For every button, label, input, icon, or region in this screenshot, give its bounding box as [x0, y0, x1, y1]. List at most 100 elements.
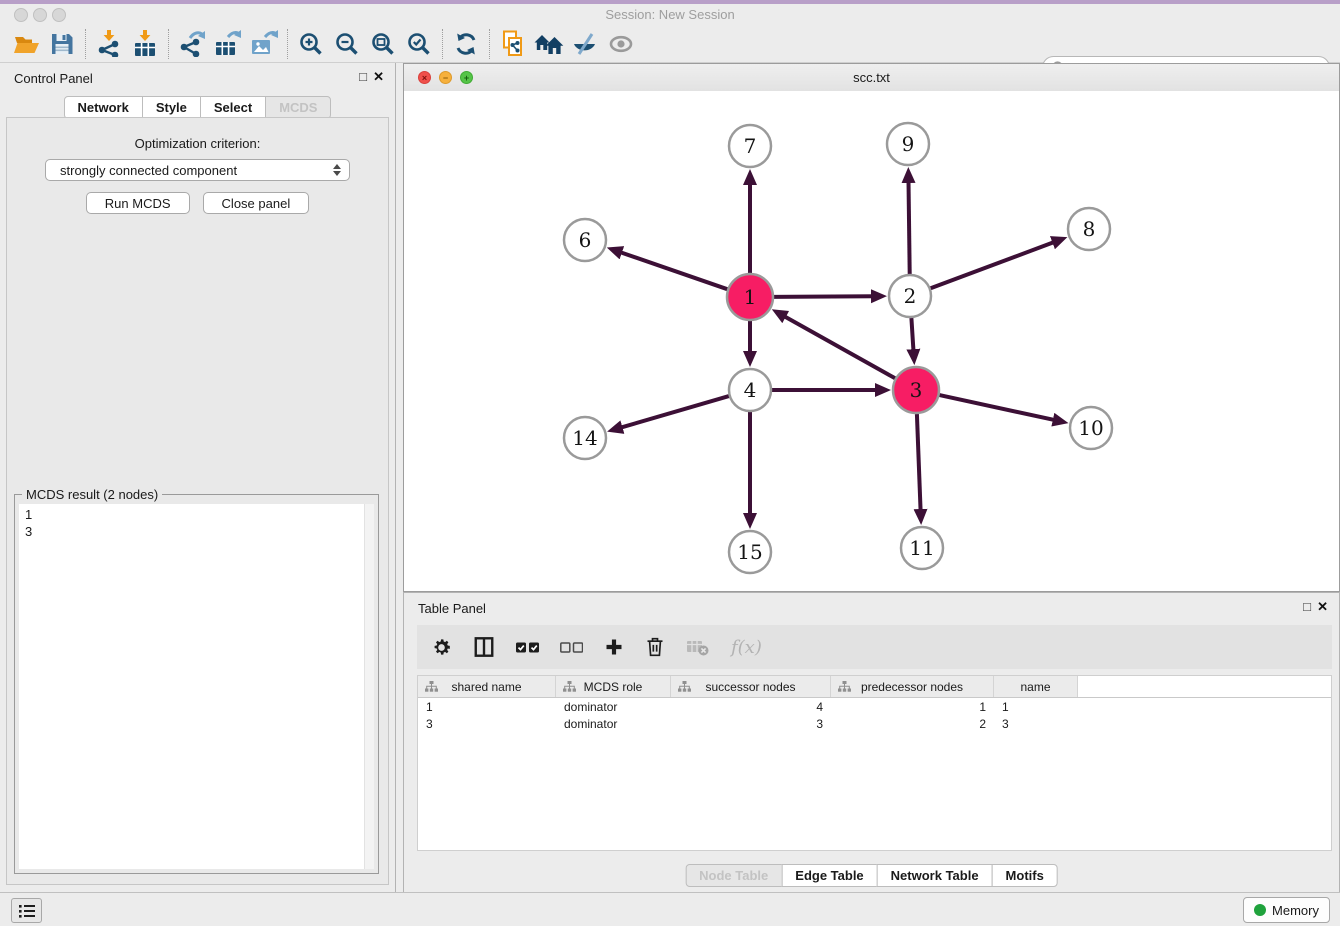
- table-row[interactable]: 1 dominator 4 1 1: [418, 698, 1331, 715]
- open-folder-icon: [13, 32, 40, 56]
- tab-mcds[interactable]: MCDS: [265, 96, 331, 119]
- close-table-panel-icon[interactable]: ✕: [1317, 600, 1328, 614]
- graph-node-label-9: 9: [902, 132, 915, 156]
- window-zoom-button[interactable]: [52, 8, 66, 22]
- attribute-tree-icon: [563, 681, 576, 692]
- graph-edge-2-3[interactable]: [911, 318, 913, 351]
- show-panels-button[interactable]: [11, 898, 42, 923]
- tab-style[interactable]: Style: [142, 96, 201, 119]
- result-scrollbar[interactable]: [364, 504, 374, 869]
- select-all-checks-button[interactable]: [516, 634, 539, 660]
- tab-select[interactable]: Select: [200, 96, 266, 119]
- toolbar-separator: [442, 29, 443, 59]
- graph-edge-3-10[interactable]: [940, 395, 1055, 420]
- export-image-button[interactable]: [246, 28, 282, 60]
- zoom-selected-button[interactable]: [401, 28, 437, 60]
- graph-edge-3-11[interactable]: [917, 414, 921, 511]
- column-header-predecessor-nodes[interactable]: predecessor nodes: [831, 676, 994, 697]
- criterion-select[interactable]: strongly connected component: [45, 159, 350, 181]
- graph-node-label-7: 7: [744, 134, 757, 158]
- plus-icon: [604, 637, 624, 657]
- tab-network-table[interactable]: Network Table: [877, 864, 993, 887]
- import-network-button[interactable]: [91, 28, 127, 60]
- hide-graphics-button[interactable]: [567, 28, 603, 60]
- save-session-button[interactable]: [44, 28, 80, 60]
- network-maximize-button[interactable]: +: [460, 71, 473, 84]
- float-table-panel-icon[interactable]: □: [1303, 600, 1311, 614]
- cell-mcds-role[interactable]: dominator: [556, 700, 671, 714]
- column-header-shared-name[interactable]: shared name: [418, 676, 556, 697]
- graph-edge-3-1[interactable]: [784, 316, 895, 378]
- tab-edge-table[interactable]: Edge Table: [781, 864, 877, 887]
- import-network-icon: [96, 30, 122, 57]
- cell-shared-name[interactable]: 1: [418, 700, 556, 714]
- graph-edge-2-8[interactable]: [931, 242, 1055, 288]
- mcds-buttons-row: Run MCDS Close panel: [7, 192, 388, 214]
- window-close-button[interactable]: [14, 8, 28, 22]
- cell-mcds-role[interactable]: dominator: [556, 717, 671, 731]
- cell-successor-nodes[interactable]: 4: [671, 700, 831, 714]
- delete-table-button[interactable]: [686, 634, 710, 660]
- mcds-panel-body: Optimization criterion: strongly connect…: [6, 117, 389, 885]
- eye-slash-icon: [572, 32, 598, 56]
- refresh-layout-button[interactable]: [448, 28, 484, 60]
- tab-network[interactable]: Network: [64, 96, 143, 119]
- zoom-fit-icon: [371, 32, 395, 56]
- zoom-out-button[interactable]: [329, 28, 365, 60]
- split-view-button[interactable]: [473, 634, 495, 660]
- cell-shared-name[interactable]: 3: [418, 717, 556, 731]
- column-header-mcds-role[interactable]: MCDS role: [556, 676, 671, 697]
- export-image-icon: [250, 30, 278, 57]
- cell-predecessor-nodes[interactable]: 1: [831, 700, 994, 714]
- cell-predecessor-nodes[interactable]: 2: [831, 717, 994, 731]
- table-tabs: Node Table Edge Table Network Table Moti…: [685, 864, 1058, 887]
- close-panel-button[interactable]: Close panel: [203, 192, 310, 214]
- import-table-button[interactable]: [127, 28, 163, 60]
- tab-motifs[interactable]: Motifs: [992, 864, 1058, 887]
- export-table-button[interactable]: [210, 28, 246, 60]
- graph-edge-1-2[interactable]: [774, 296, 873, 297]
- table-row[interactable]: 3 dominator 3 2 3: [418, 715, 1331, 732]
- table-panel-title: Table Panel: [418, 601, 486, 616]
- table-panel: Table Panel □ ✕: [403, 592, 1340, 893]
- clone-network-button[interactable]: [495, 28, 531, 60]
- memory-button[interactable]: Memory: [1243, 897, 1330, 923]
- cell-successor-nodes[interactable]: 3: [671, 717, 831, 731]
- network-window-titlebar[interactable]: × − + scc.txt: [404, 64, 1339, 92]
- close-panel-icon[interactable]: ✕: [373, 70, 384, 84]
- graph-node-label-3: 3: [910, 378, 923, 402]
- main-toolbar: [0, 25, 1340, 63]
- cell-name[interactable]: 3: [994, 717, 1078, 731]
- network-graph[interactable]: 7968124314101511: [404, 91, 1339, 591]
- clear-all-checks-button[interactable]: [560, 634, 583, 660]
- column-settings-button[interactable]: [431, 634, 452, 660]
- delete-table-icon: [686, 638, 710, 656]
- column-header-name[interactable]: name: [994, 676, 1078, 697]
- toolbar-separator: [168, 29, 169, 59]
- apply-function-button[interactable]: f(x): [731, 634, 762, 660]
- zoom-fit-button[interactable]: [365, 28, 401, 60]
- import-table-icon: [132, 30, 158, 57]
- mcds-result-textarea[interactable]: 13: [19, 504, 374, 869]
- graph-node-label-1: 1: [744, 285, 757, 309]
- export-network-button[interactable]: [174, 28, 210, 60]
- tab-node-table[interactable]: Node Table: [685, 864, 782, 887]
- add-column-button[interactable]: [604, 634, 624, 660]
- show-graphics-button[interactable]: [603, 28, 639, 60]
- run-mcds-button[interactable]: Run MCDS: [86, 192, 190, 214]
- network-minimize-button[interactable]: −: [439, 71, 452, 84]
- delete-column-button[interactable]: [645, 634, 665, 660]
- network-canvas[interactable]: 7968124314101511: [404, 91, 1339, 591]
- zoom-in-button[interactable]: [293, 28, 329, 60]
- cell-name[interactable]: 1: [994, 700, 1078, 714]
- open-session-button[interactable]: [8, 28, 44, 60]
- column-header-successor-nodes[interactable]: successor nodes: [671, 676, 831, 697]
- network-close-button[interactable]: ×: [418, 71, 431, 84]
- graph-edge-1-6[interactable]: [620, 252, 727, 289]
- window-minimize-button[interactable]: [33, 8, 47, 22]
- graph-edge-4-14[interactable]: [621, 396, 729, 428]
- graph-edge-2-9[interactable]: [909, 181, 910, 274]
- trash-icon: [645, 636, 665, 658]
- first-neighbors-button[interactable]: [531, 28, 567, 60]
- float-panel-icon[interactable]: □: [359, 70, 367, 84]
